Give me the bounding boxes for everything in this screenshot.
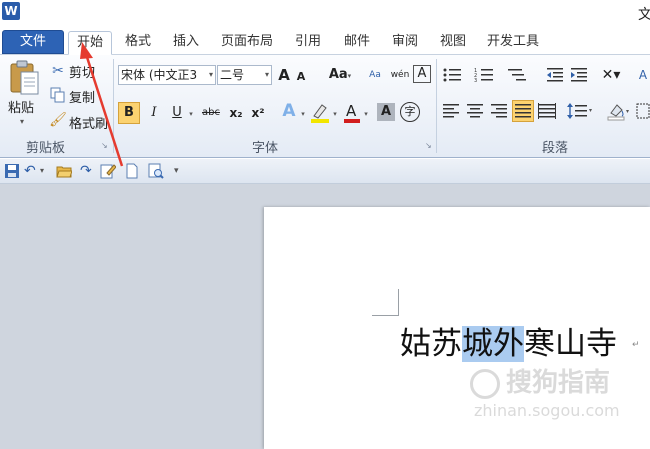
document-title: 文 [638,7,650,23]
strikethrough-button[interactable]: abc [199,103,223,123]
save-icon[interactable] [4,163,20,179]
align-right-icon[interactable] [490,102,508,120]
chevron-down-icon[interactable]: ▾ [265,66,269,84]
watermark-logo-icon [470,368,500,399]
char-border-button[interactable]: A [413,65,431,83]
sort-icon[interactable]: A [636,65,650,85]
align-left-icon[interactable] [442,102,460,120]
borders-icon[interactable] [636,102,650,120]
annotation-arrow-icon [80,42,124,167]
multilevel-list-icon[interactable] [506,66,532,84]
undo-dropdown-icon[interactable]: ▾ [40,163,48,179]
watermark-brand-text: 搜狗指南 [506,368,611,398]
watermark-brand: 搜狗指南 [470,362,610,399]
grow-font-button[interactable]: A [276,65,292,85]
paragraph-mark: ↵ [632,340,640,350]
decrease-indent-icon[interactable] [546,66,564,84]
text-effect-dropdown-icon[interactable]: ▾ [299,103,307,123]
undo-icon[interactable]: ↶ [24,163,40,179]
chevron-down-icon[interactable]: ▾ [209,66,213,84]
highlight-dropdown-icon[interactable]: ▾ [331,103,339,123]
text-before-selection[interactable]: 姑苏 [400,326,462,362]
svg-text:▾: ▾ [626,108,629,115]
group-divider [436,59,437,153]
font-group-label: 字体 [252,141,279,156]
font-dialog-launcher-icon[interactable]: ↘ [425,141,432,150]
margin-corner-marker [372,315,399,316]
font-name-combo[interactable]: 宋体 (中文正3 ▾ [118,65,216,85]
increase-indent-icon[interactable] [570,66,588,84]
subscript-button[interactable]: x₂ [227,103,245,123]
clipboard-group-label: 剪贴板 [26,141,66,156]
selected-text[interactable]: 城外 [462,326,524,362]
copy-icon[interactable] [50,87,66,103]
line-spacing-icon[interactable]: ▾ [566,102,594,120]
word-app-icon[interactable]: W [2,2,20,20]
title-bar: W 文 [0,0,650,28]
font-color-icon[interactable]: A [343,101,361,124]
margin-corner-marker [398,289,399,316]
bullets-icon[interactable] [442,66,464,84]
tab-review[interactable]: 审阅 [384,31,426,55]
italic-button[interactable]: I [146,103,162,123]
change-case-button[interactable]: Aa▾ [326,65,354,85]
underline-button[interactable]: U [169,103,185,123]
char-shading-button[interactable]: A [377,103,395,121]
distributed-icon[interactable] [538,102,556,120]
underline-dropdown-icon[interactable]: ▾ [186,103,196,123]
tab-mailings[interactable]: 邮件 [336,31,378,55]
tab-insert[interactable]: 插入 [164,31,208,55]
chinese-layout-icon[interactable]: ✕▾ [598,65,624,85]
svg-text:▾: ▾ [589,107,592,114]
enclose-char-button[interactable]: 字 [400,102,420,122]
print-preview-icon[interactable] [148,163,164,179]
paste-icon[interactable] [8,60,40,96]
tab-developer[interactable]: 开发工具 [480,31,546,55]
document-text-line[interactable]: 姑苏城外寒山寺 [400,318,617,363]
tab-file[interactable]: 文件 [2,30,64,54]
justify-icon[interactable] [512,100,534,122]
shrink-font-button[interactable]: A [294,67,308,87]
font-name-value: 宋体 (中文正3 [121,68,198,82]
highlighter-icon[interactable] [310,102,330,124]
tab-references[interactable]: 引用 [286,31,330,55]
paragraph-group-label: 段落 [542,141,569,156]
svg-text:A: A [346,102,357,120]
numbering-icon[interactable]: 123 [474,66,496,84]
scissors-icon[interactable]: ✂ [50,63,66,79]
shading-icon[interactable]: ▾ [606,101,632,121]
font-size-value: 二号 [220,68,245,82]
font-size-combo[interactable]: 二号 ▾ [217,65,272,85]
change-case-label: Aa [328,67,348,82]
text-effect-button[interactable]: A [280,101,298,121]
phonetic-guide-button[interactable]: wén [389,65,411,85]
paste-button-label[interactable]: 粘贴 [8,97,34,116]
superscript-button[interactable]: x² [249,103,267,123]
format-painter-icon[interactable]: 🖌 [49,112,67,128]
customize-toolbar-icon[interactable]: ▾ [174,163,184,179]
tab-view[interactable]: 视图 [432,31,474,55]
clear-format-icon[interactable]: Aa [364,65,386,85]
align-center-icon[interactable] [466,102,484,120]
paste-dropdown-arrow[interactable]: ▾ [20,117,24,126]
watermark-domain: zhinan.sogou.com [474,401,620,420]
font-color-dropdown-icon[interactable]: ▾ [362,103,370,123]
text-after-selection[interactable]: 寒山寺 [524,326,617,362]
tab-page-layout[interactable]: 页面布局 [214,31,280,55]
svg-text:3: 3 [474,78,477,84]
